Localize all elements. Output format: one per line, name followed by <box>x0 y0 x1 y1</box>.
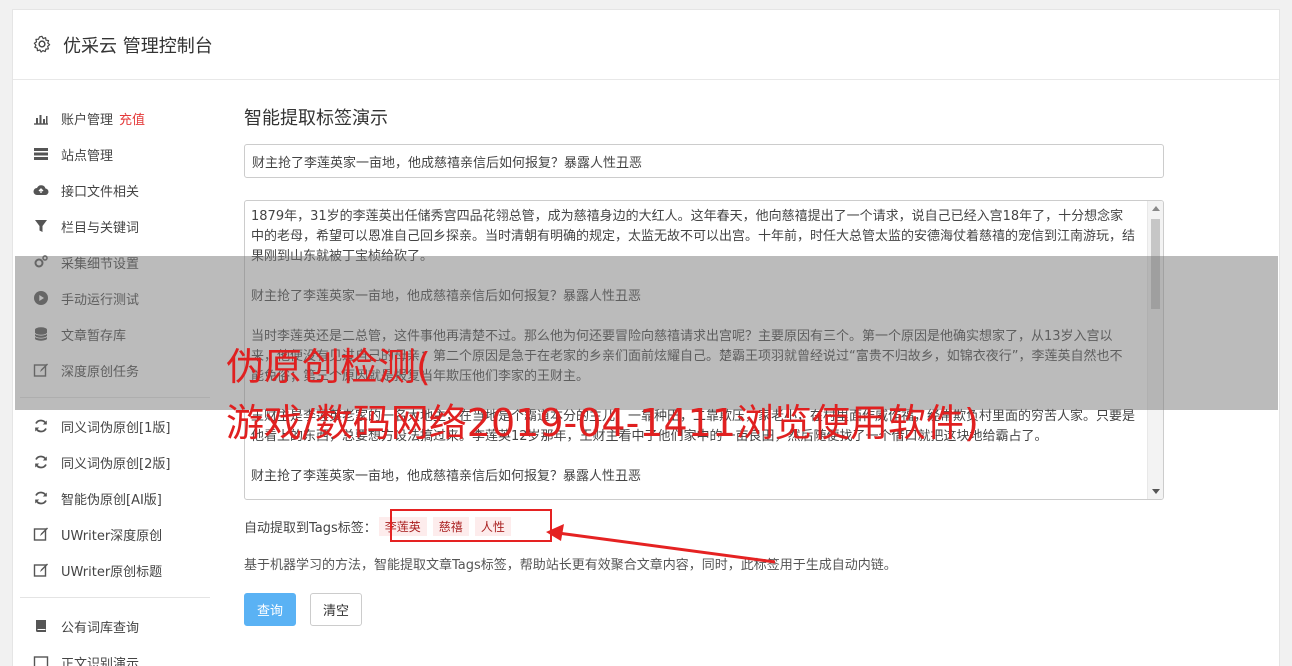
sidebar-item-text-recognition[interactable]: 正文识别演示 <box>20 644 210 666</box>
cloud-upload-icon <box>32 181 50 199</box>
bar-chart-icon <box>32 109 50 127</box>
query-button[interactable]: 查询 <box>244 593 297 626</box>
filter-icon <box>32 217 50 235</box>
tags-highlight-box <box>390 509 552 542</box>
refresh-icon <box>32 489 50 507</box>
refresh-icon <box>32 417 50 435</box>
sidebar-item-label: UWriter深度原创 <box>61 528 163 544</box>
sidebar-divider <box>20 597 210 598</box>
scroll-up-icon[interactable] <box>1152 206 1160 211</box>
gear-icon <box>33 35 53 55</box>
console-title: 优采云 管理控制台 <box>63 35 213 57</box>
sidebar-item-label: 账户管理 <box>61 112 114 128</box>
recharge-link[interactable]: 充值 <box>119 109 145 128</box>
sidebar-item-label: 同义词伪原创[1版] <box>61 420 171 436</box>
sidebar-item-interface[interactable]: 接口文件相关 <box>20 172 210 208</box>
content-paragraph: 财主抢了李莲英家一亩地，他成慈禧亲信后如何报复？暴露人性丑恶 <box>251 469 642 484</box>
edit-icon <box>32 525 50 543</box>
scroll-down-icon[interactable] <box>1152 489 1160 494</box>
book-icon <box>32 617 50 635</box>
sidebar-item-label: 智能伪原创[AI版] <box>61 492 162 508</box>
sidebar-item-label: UWriter原创标题 <box>61 564 163 580</box>
article-title-input[interactable] <box>244 144 1164 178</box>
sidebar-item-uwriter-deep[interactable]: UWriter深度原创 <box>20 516 210 552</box>
sidebar-item-label: 栏目与关键词 <box>61 220 140 236</box>
sidebar-item-public-dictionary[interactable]: 公有词库查询 <box>20 608 210 644</box>
watermark-line-2: 游戏/数码网络2019-04-1411浏览使用软件) <box>226 401 979 445</box>
sidebar-item-synonym-v2[interactable]: 同义词伪原创[2版] <box>20 444 210 480</box>
watermark-band <box>15 256 1278 410</box>
action-buttons: 查询 清空 <box>244 593 1164 626</box>
refresh-icon <box>32 453 50 471</box>
sidebar-item-label: 同义词伪原创[2版] <box>61 456 171 472</box>
annotation-arrow-icon <box>546 524 776 564</box>
sidebar-item-label: 接口文件相关 <box>61 184 140 200</box>
page-title: 智能提取标签演示 <box>244 108 388 129</box>
tags-label: 自动提取到Tags标签： <box>244 520 377 536</box>
sidebar-item-label: 公有词库查询 <box>61 620 140 636</box>
watermark-line-1: 伪原创检测( <box>226 345 431 389</box>
window-icon <box>32 653 50 666</box>
sidebar-item-sites[interactable]: 站点管理 <box>20 136 210 172</box>
sidebar-item-synonym-v1[interactable]: 同义词伪原创[1版] <box>20 408 210 444</box>
sidebar-item-account[interactable]: 账户管理 充值 <box>20 100 210 136</box>
edit-icon <box>32 561 50 579</box>
server-icon <box>32 145 50 163</box>
clear-button[interactable]: 清空 <box>310 593 363 626</box>
sidebar-item-columns[interactable]: 栏目与关键词 <box>20 208 210 244</box>
console-header: 优采云 管理控制台 <box>13 10 1279 80</box>
sidebar-item-label: 正文识别演示 <box>61 656 140 666</box>
sidebar-item-uwriter-title[interactable]: UWriter原创标题 <box>20 552 210 588</box>
sidebar-item-label: 站点管理 <box>61 148 114 164</box>
sidebar-item-ai-rewrite[interactable]: 智能伪原创[AI版] <box>20 480 210 516</box>
